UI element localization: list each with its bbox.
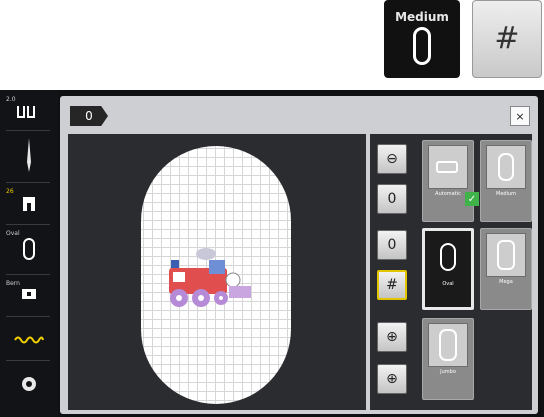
close-icon: × — [515, 109, 525, 123]
auto-hoop-icon — [428, 145, 468, 189]
thread-icon — [14, 336, 44, 344]
hoop-options-area: ⊖ 0 0 # ⊕ ⊕ Automatic Medium Oval ✓ Mega… — [370, 134, 532, 410]
hoop-center-button[interactable]: ⊖ — [377, 144, 407, 174]
close-button[interactable]: × — [510, 106, 530, 126]
grid-icon: # — [494, 21, 520, 56]
hoop-name-mega: Mega — [499, 279, 513, 285]
hoop-check-button[interactable]: 0 — [377, 184, 407, 214]
stitch-width-icon — [17, 106, 35, 118]
hoop-button-label: Medium — [395, 9, 449, 24]
hoop-item[interactable]: Oval — [0, 230, 58, 261]
machine-screen: 2.0 26 Oval Bern 0 × ⊖ 0 0 # ⊕ ⊕ Automat… — [0, 90, 544, 417]
bobbin-item[interactable] — [0, 376, 58, 392]
hoop-tile-jumbo[interactable]: Jumbo — [422, 318, 474, 400]
grid-button[interactable]: # — [472, 0, 542, 78]
train-design-image — [169, 248, 251, 307]
status-sidebar: 2.0 26 Oval Bern — [0, 90, 58, 417]
hoop-icon — [23, 238, 35, 260]
hoop-tile-automatic[interactable]: Automatic — [422, 140, 474, 222]
selected-check-icon: ✓ — [465, 192, 479, 206]
hoop-oval-grid — [141, 146, 291, 404]
panel-title-tab: 0 — [70, 106, 108, 126]
hoop-center-icon: ⊖ — [386, 151, 398, 167]
hoop-name-jumbo: Jumbo — [440, 369, 456, 375]
presser-foot-item[interactable]: 26 — [0, 188, 58, 213]
panel-title-glyph: 0 — [85, 109, 93, 123]
hoop-tile-mega[interactable]: Mega — [480, 228, 532, 310]
hoop-tile-medium[interactable]: Medium — [480, 140, 532, 222]
medium-hoop-icon — [486, 145, 526, 189]
oval-hoop-icon — [413, 26, 431, 65]
center-button[interactable]: ⊕ — [377, 322, 407, 352]
hoop-name-medium: Medium — [496, 191, 516, 197]
medium-hoop-button[interactable]: Medium — [384, 0, 460, 78]
crosshair-button[interactable]: ⊕ — [377, 364, 407, 394]
grid-icon: # — [386, 277, 398, 293]
center-icon: ⊕ — [386, 329, 398, 345]
bobbin-icon — [22, 377, 36, 391]
needle-item[interactable] — [0, 138, 58, 172]
hoop-check-icon: 0 — [387, 191, 397, 207]
embroidery-preview[interactable] — [68, 134, 366, 410]
hoop-tile-oval[interactable]: Oval — [422, 228, 474, 310]
presser-foot-icon — [23, 197, 35, 211]
needle-icon — [27, 138, 31, 172]
jumbo-hoop-icon — [428, 323, 468, 367]
mega-hoop-icon — [486, 233, 526, 277]
hoop-name: Oval — [6, 230, 20, 237]
stitch-width-value: 2.0 — [6, 96, 16, 103]
hoop-attach-button[interactable]: 0 — [377, 230, 407, 260]
stitch-plate-icon — [22, 289, 36, 299]
hoop-name-automatic: Automatic — [435, 191, 461, 197]
thread-item[interactable] — [0, 334, 58, 346]
presser-foot-number: 26 — [6, 188, 14, 195]
hoop-attach-icon: 0 — [387, 237, 397, 253]
stitch-width-item[interactable]: 2.0 — [0, 96, 58, 121]
hoop-name-oval: Oval — [442, 281, 454, 287]
oval-hoop-icon — [428, 235, 468, 279]
hoop-selection-panel: 0 × ⊖ 0 0 # ⊕ ⊕ Automatic Medium Oval ✓ … — [60, 96, 538, 414]
grid-toggle-button[interactable]: # — [377, 270, 407, 300]
stitch-plate-item[interactable]: Bern — [0, 280, 58, 301]
stitch-plate-name: Bern — [6, 280, 20, 287]
crosshair-icon: ⊕ — [386, 371, 398, 387]
